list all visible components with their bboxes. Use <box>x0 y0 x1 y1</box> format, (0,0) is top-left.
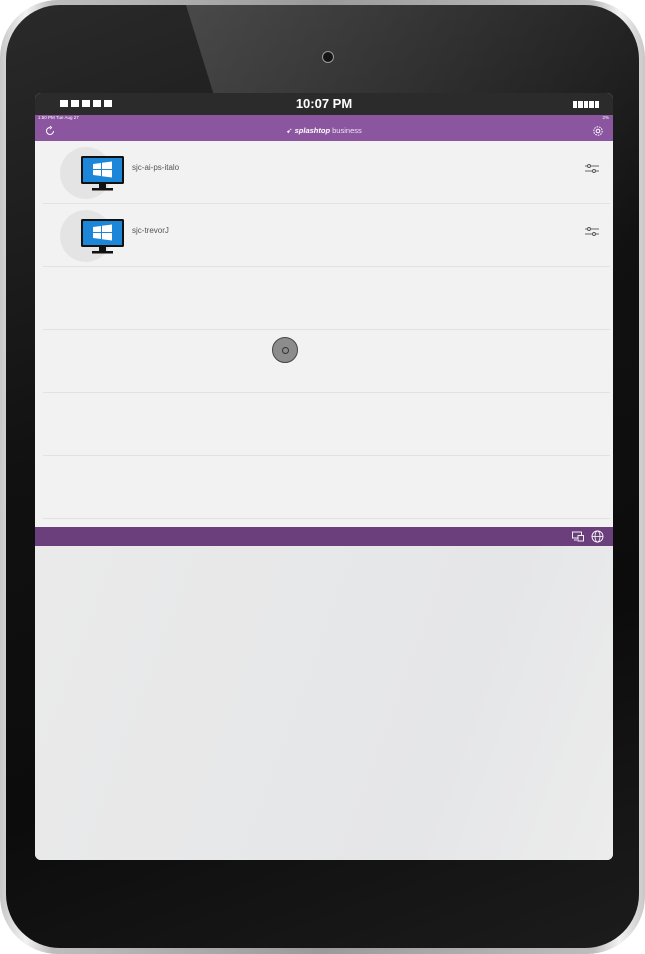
computer-avatar <box>60 147 124 199</box>
device-time: 10:07 PM <box>295 96 353 111</box>
empty-row <box>43 456 610 519</box>
remote-desktop-icon[interactable] <box>572 531 584 542</box>
computer-name: sjc-ai-ps-italo <box>132 163 180 172</box>
device-status-bar: 10:07 PM <box>35 93 613 115</box>
sliders-icon[interactable] <box>585 226 599 238</box>
gear-icon[interactable] <box>592 125 604 137</box>
web-globe-icon[interactable] <box>591 530 604 543</box>
logo-mark-icon: ➹ <box>286 126 293 135</box>
windows-computer-icon <box>81 219 124 254</box>
splashtop-logo: ➹ splashtop business <box>35 126 613 136</box>
logo-light: business <box>332 126 362 135</box>
windows-computer-icon <box>81 156 124 191</box>
app-header: ➹ splashtop business <box>35 121 613 141</box>
computer-row[interactable]: sjc-trevorJ <box>43 204 610 267</box>
empty-row <box>43 393 610 456</box>
computer-name: sjc-trevorJ <box>132 226 169 235</box>
app-status-battery: 2% <box>602 115 609 120</box>
battery-icon <box>573 101 600 108</box>
bottom-toolbar <box>35 527 613 546</box>
empty-panel <box>35 546 613 860</box>
empty-row <box>43 330 610 393</box>
empty-row <box>43 267 610 330</box>
sliders-icon[interactable] <box>585 163 599 175</box>
computer-avatar <box>60 210 124 262</box>
computer-row[interactable]: sjc-ai-ps-italo <box>43 141 610 204</box>
touch-indicator-icon <box>272 337 298 363</box>
logo-bold: splashtop <box>294 126 331 135</box>
app-status-time: 1:50 PM Tue Aug 27 <box>38 115 79 120</box>
computer-list: sjc-ai-ps-italo sjc-trevorJ <box>35 141 613 527</box>
splashtop-app: 1:50 PM Tue Aug 27 2% ➹ splashtop busine… <box>35 115 613 860</box>
screen: 10:07 PM 1:50 PM Tue Aug 27 2% ➹ splasht… <box>35 93 613 860</box>
camera-icon <box>322 51 334 63</box>
